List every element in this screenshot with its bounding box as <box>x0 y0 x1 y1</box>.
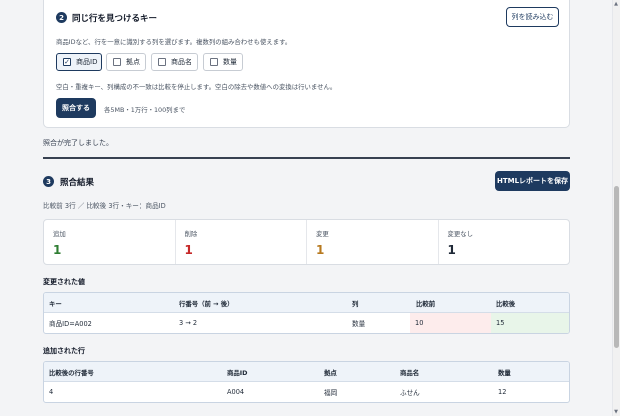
stat-value: 1 <box>316 243 325 257</box>
scroll-down-arrow-icon[interactable]: ▼ <box>612 408 620 416</box>
table-cell: 12 <box>498 388 507 396</box>
column-header: 比較後 <box>496 299 516 308</box>
step-badge: 3 <box>43 176 54 187</box>
key-selection-card: 2 同じ行を見つけるキー 列を読み込む 商品IDなど、行を一意に識別する列を選び… <box>43 0 570 128</box>
column-header: 商品名 <box>400 368 420 377</box>
table-row: 商品ID=A002 3 → 2 数量 10 15 <box>44 313 569 333</box>
key-option-location[interactable]: 拠点 <box>106 53 146 71</box>
stat-value: 1 <box>53 243 62 257</box>
key-option-label: 数量 <box>223 58 237 66</box>
stat-unchanged: 変更なし 1 <box>439 220 570 264</box>
stat-label: 変更なし <box>447 230 474 238</box>
step-badge: 2 <box>56 12 67 23</box>
table-cell: 4 <box>49 388 54 396</box>
key-option-label: 拠点 <box>126 58 140 66</box>
checkbox-icon <box>210 58 218 66</box>
stat-value: 1 <box>447 243 456 257</box>
changed-values-table: キー 行番号（前 → 後） 列 比較前 比較後 商品ID=A002 3 → 2 … <box>43 292 570 334</box>
read-columns-button[interactable]: 列を読み込む <box>506 7 559 27</box>
scrollbar-thumb[interactable] <box>614 186 619 348</box>
added-rows-heading: 追加された行 <box>43 347 85 355</box>
stats-panel: 追加 1 削除 1 変更 1 変更なし 1 <box>43 219 570 265</box>
checkbox-icon <box>113 58 121 66</box>
result-summary: 比較前 3行 ／ 比較後 3行・キー：商品ID <box>43 202 166 210</box>
section-title: 照合結果 <box>60 178 95 188</box>
column-header: 列 <box>352 299 359 308</box>
key-note: 空白・重複キー、列構成の不一致は比較を停止します。空白の除去や数値への変換は行い… <box>56 83 337 91</box>
column-header: 商品ID <box>227 368 248 377</box>
stat-label: 追加 <box>53 230 66 238</box>
stat-deleted: 削除 1 <box>176 220 307 264</box>
key-option-product-name[interactable]: 商品名 <box>151 53 198 71</box>
table-header: 比較後の行番号 商品ID 拠点 商品名 数量 <box>44 362 569 382</box>
column-header: 数量 <box>498 368 511 377</box>
table-cell: 3 → 2 <box>179 319 198 327</box>
status-message: 照合が完了しました。 <box>43 139 113 147</box>
table-cell: A004 <box>227 388 245 396</box>
limit-note: 各5MB・1万行・100列まで <box>104 106 186 114</box>
column-header: 比較前 <box>416 299 436 308</box>
column-header: 拠点 <box>324 368 337 377</box>
save-html-report-button[interactable]: HTMLレポートを保存 <box>495 171 570 191</box>
table-cell: 商品ID=A002 <box>49 320 92 328</box>
table-header: キー 行番号（前 → 後） 列 比較前 比較後 <box>44 293 569 313</box>
changed-values-heading: 変更された値 <box>43 278 85 286</box>
table-cell: 福岡 <box>324 389 338 397</box>
key-option-label: 商品名 <box>171 58 192 66</box>
stat-label: 削除 <box>184 230 198 238</box>
table-cell-after: 15 <box>491 313 569 333</box>
stat-changed: 変更 1 <box>307 220 439 264</box>
stat-value: 1 <box>184 243 193 257</box>
key-option-label: 商品ID <box>76 58 98 66</box>
column-header: 行番号（前 → 後） <box>179 299 234 308</box>
stat-label: 変更 <box>316 230 329 238</box>
checkbox-checked-icon: ✓ <box>63 57 71 66</box>
key-option-product-id[interactable]: ✓ 商品ID <box>56 53 102 71</box>
main-content: 2 同じ行を見つけるキー 列を読み込む 商品IDなど、行を一意に識別する列を選び… <box>0 0 612 416</box>
table-cell: ふせん <box>400 389 420 397</box>
compare-button[interactable]: 照合する <box>56 98 96 118</box>
checkbox-icon <box>158 58 166 66</box>
key-description: 商品IDなど、行を一意に識別する列を選びます。複数列の組み合わせも使えます。 <box>56 38 292 46</box>
column-header: 比較後の行番号 <box>49 368 94 377</box>
added-rows-table: 比較後の行番号 商品ID 拠点 商品名 数量 4 A004 福岡 ふせん 12 <box>43 361 570 403</box>
key-option-quantity[interactable]: 数量 <box>203 53 243 71</box>
table-row: 4 A004 福岡 ふせん 12 <box>44 382 569 402</box>
scroll-up-arrow-icon[interactable]: ▲ <box>612 0 620 8</box>
column-header: キー <box>49 299 62 308</box>
divider <box>43 157 570 159</box>
section-title: 同じ行を見つけるキー <box>72 14 158 24</box>
table-cell: 数量 <box>352 320 366 328</box>
table-cell-before: 10 <box>410 313 491 333</box>
stat-added: 追加 1 <box>44 220 176 264</box>
